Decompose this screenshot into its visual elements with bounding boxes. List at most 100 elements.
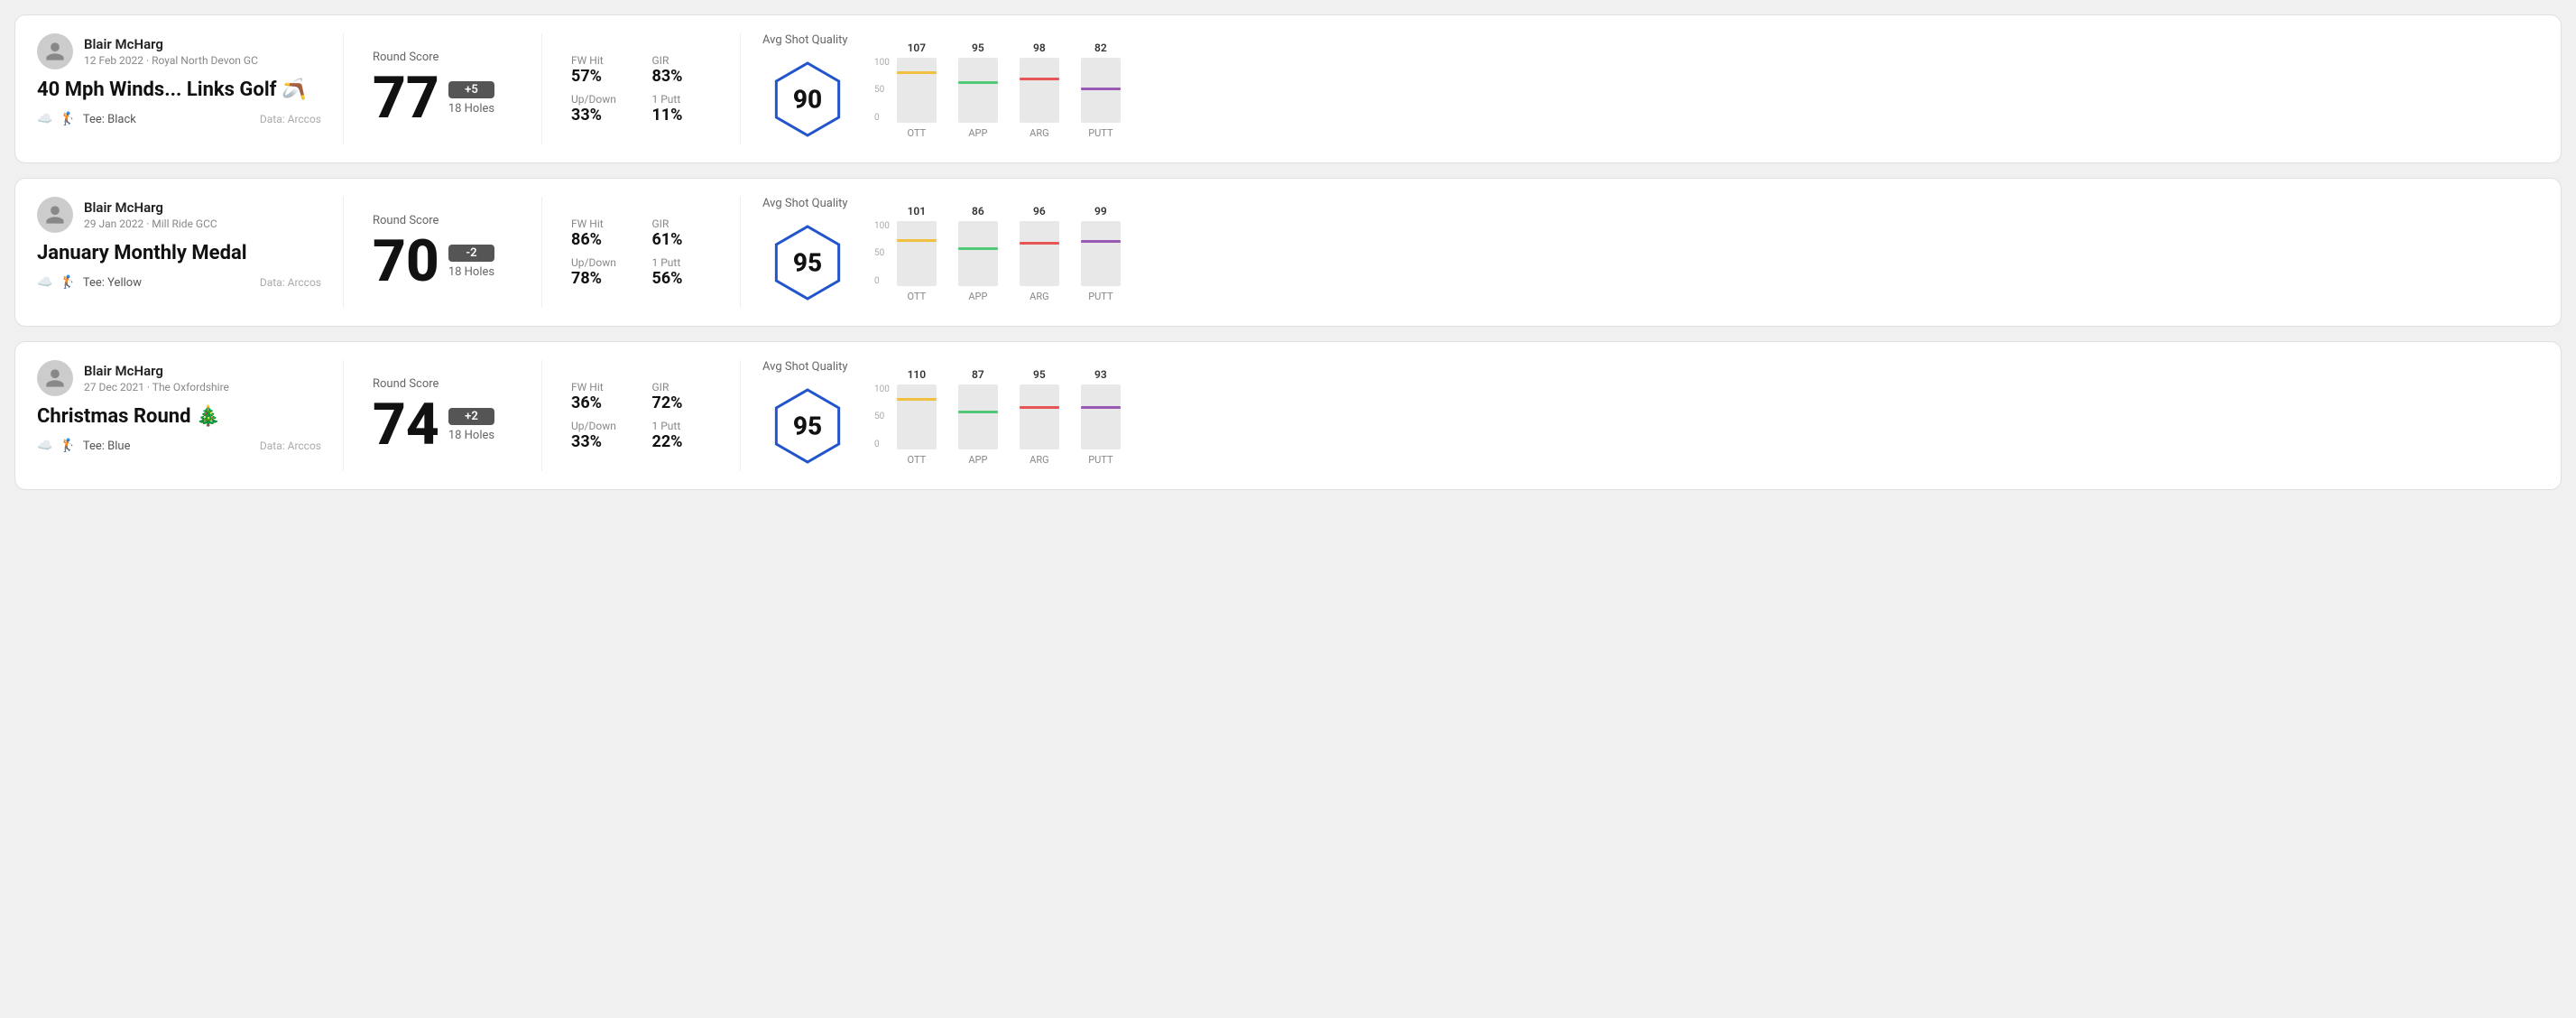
- chart-bar-putt: 82 PUTT: [1081, 58, 1121, 123]
- hexagon-container: 95: [762, 381, 853, 471]
- putt1-label: 1 Putt: [652, 256, 712, 269]
- putt1-stat: 1 Putt 22%: [652, 420, 712, 451]
- putt1-stat: 1 Putt 11%: [652, 93, 712, 125]
- quality-left: Avg Shot Quality 95: [762, 360, 853, 471]
- bar-value-putt: 99: [1094, 205, 1107, 217]
- chart-bar-arg: 95 ARG: [1020, 384, 1059, 449]
- quality-section: Avg Shot Quality 90 100 50 0 107: [741, 33, 2539, 144]
- fw-hit-value: 36%: [571, 393, 631, 412]
- score-row: 74 +2 18 Holes: [373, 396, 512, 454]
- data-source: Data: Arccos: [260, 276, 321, 289]
- user-details: Blair McHarg 12 Feb 2022 · Royal North D…: [84, 36, 258, 67]
- chart-bar-app: 95 APP: [958, 58, 998, 123]
- tee-label: Tee: Yellow: [83, 276, 142, 290]
- left-section: Blair McHarg 12 Feb 2022 · Royal North D…: [37, 33, 344, 144]
- user-date: 27 Dec 2021 · The Oxfordshire: [84, 381, 229, 393]
- quality-section: Avg Shot Quality 95 100 50 0 101: [741, 197, 2539, 308]
- bar-marker: [958, 247, 998, 250]
- fw-hit-value: 57%: [571, 67, 631, 86]
- user-name: Blair McHarg: [84, 363, 229, 379]
- stats-grid: FW Hit 57% GIR 83% Up/Down 33% 1 Putt 11…: [571, 54, 711, 125]
- round-card-round2: Blair McHarg 29 Jan 2022 · Mill Ride GCC…: [14, 178, 2562, 327]
- gir-label: GIR: [652, 217, 712, 230]
- chart-bar-putt: 93 PUTT: [1081, 384, 1121, 449]
- y-axis-min: 0: [874, 440, 890, 449]
- putt1-stat: 1 Putt 56%: [652, 256, 712, 288]
- updown-label: Up/Down: [571, 256, 631, 269]
- chart-section: 100 50 0 107 OTT 95 APP: [874, 40, 2517, 139]
- bar-marker: [1081, 240, 1121, 243]
- bar-label: APP: [968, 127, 987, 139]
- quality-left: Avg Shot Quality 90: [762, 33, 853, 144]
- chart-bar-ott: 107 OTT: [897, 58, 937, 123]
- stats-section: FW Hit 86% GIR 61% Up/Down 78% 1 Putt 56…: [542, 197, 741, 308]
- bar-bg: [1081, 384, 1121, 449]
- score-section: Round Score 70 -2 18 Holes: [344, 197, 542, 308]
- bar-label: ARG: [1029, 454, 1048, 466]
- score-row: 77 +5 18 Holes: [373, 69, 512, 127]
- bar-value-app: 95: [972, 42, 984, 54]
- bar-bg: [958, 221, 998, 286]
- putt1-value: 22%: [652, 432, 712, 451]
- bar-value-ott: 101: [908, 205, 927, 217]
- bar-marker: [897, 71, 937, 74]
- y-axis-mid: 50: [874, 85, 890, 95]
- score-number: 74: [373, 396, 439, 454]
- avatar: [37, 197, 73, 233]
- gir-value: 83%: [652, 67, 712, 86]
- hexagon-container: 95: [762, 217, 853, 308]
- stats-grid: FW Hit 86% GIR 61% Up/Down 78% 1 Putt 56…: [571, 217, 711, 288]
- putt1-label: 1 Putt: [652, 420, 712, 432]
- quality-score: 90: [793, 85, 822, 115]
- left-section: Blair McHarg 27 Dec 2021 · The Oxfordshi…: [37, 360, 344, 471]
- quality-score: 95: [793, 412, 822, 441]
- y-axis-mid: 50: [874, 412, 890, 421]
- y-axis-min: 0: [874, 113, 890, 123]
- chart-bar-ott: 110 OTT: [897, 384, 937, 449]
- updown-value: 33%: [571, 106, 631, 125]
- bar-label: OTT: [908, 454, 927, 466]
- weather-icon: ☁️: [37, 439, 52, 453]
- score-badge: +5: [448, 81, 494, 98]
- bar-bg: [1020, 221, 1059, 286]
- chart-bar-app: 87 APP: [958, 384, 998, 449]
- bar-marker: [897, 239, 937, 242]
- bottom-row: ☁️ 🏌️ Tee: Blue Data: Arccos: [37, 439, 321, 453]
- user-details: Blair McHarg 29 Jan 2022 · Mill Ride GCC: [84, 199, 217, 230]
- fw-hit-value: 86%: [571, 230, 631, 249]
- tee-label: Tee: Black: [83, 113, 136, 126]
- bar-label: PUTT: [1088, 127, 1113, 139]
- score-detail: -2 18 Holes: [448, 245, 494, 279]
- score-number: 77: [373, 69, 439, 127]
- score-row: 70 -2 18 Holes: [373, 233, 512, 291]
- bar-value-putt: 93: [1094, 368, 1107, 381]
- user-date: 29 Jan 2022 · Mill Ride GCC: [84, 217, 217, 230]
- score-detail: +5 18 Holes: [448, 81, 494, 116]
- bar-label: APP: [968, 291, 987, 302]
- gir-stat: GIR 83%: [652, 54, 712, 86]
- avatar: [37, 33, 73, 69]
- holes-text: 18 Holes: [448, 265, 494, 279]
- holes-text: 18 Holes: [448, 102, 494, 116]
- chart-bar-arg: 96 ARG: [1020, 221, 1059, 286]
- holes-text: 18 Holes: [448, 429, 494, 442]
- chart-section: 100 50 0 110 OTT 87 APP: [874, 366, 2517, 466]
- bar-label: ARG: [1029, 291, 1048, 302]
- weather-icon: ☁️: [37, 275, 52, 290]
- score-section: Round Score 77 +5 18 Holes: [344, 33, 542, 144]
- fw-hit-stat: FW Hit 57%: [571, 54, 631, 86]
- chart-bar-putt: 99 PUTT: [1081, 221, 1121, 286]
- bar-marker: [1020, 78, 1059, 80]
- stats-section: FW Hit 57% GIR 83% Up/Down 33% 1 Putt 11…: [542, 33, 741, 144]
- updown-stat: Up/Down 78%: [571, 256, 631, 288]
- chart-bar-arg: 98 ARG: [1020, 58, 1059, 123]
- round-title: 40 Mph Winds... Links Golf 🪃: [37, 79, 321, 101]
- tee-info: ☁️ 🏌️ Tee: Blue: [37, 439, 130, 453]
- y-axis-min: 0: [874, 276, 890, 286]
- updown-label: Up/Down: [571, 420, 631, 432]
- fw-hit-label: FW Hit: [571, 381, 631, 393]
- chart-section: 100 50 0 101 OTT 86 APP: [874, 203, 2517, 302]
- stats-section: FW Hit 36% GIR 72% Up/Down 33% 1 Putt 22…: [542, 360, 741, 471]
- round-score-label: Round Score: [373, 377, 512, 391]
- quality-section: Avg Shot Quality 95 100 50 0 110: [741, 360, 2539, 471]
